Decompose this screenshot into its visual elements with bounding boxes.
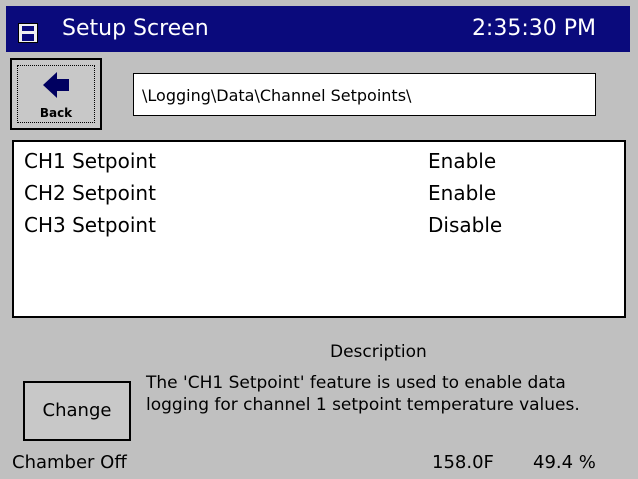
list-item-value: Disable: [428, 213, 503, 237]
change-button[interactable]: Change: [23, 381, 131, 441]
list-item-name: CH2 Setpoint: [24, 181, 156, 205]
setpoint-list[interactable]: CH1 Setpoint Enable CH2 Setpoint Enable …: [12, 140, 626, 318]
list-item-name: CH1 Setpoint: [24, 149, 156, 173]
path-field[interactable]: \Logging\Data\Channel Setpoints\: [133, 73, 596, 116]
list-item[interactable]: CH3 Setpoint Disable: [14, 208, 624, 240]
window-title: Setup Screen: [62, 16, 209, 41]
description-text: The 'CH1 Setpoint' feature is used to en…: [146, 373, 580, 415]
list-item-value: Enable: [428, 181, 497, 205]
back-button[interactable]: Back: [10, 58, 102, 130]
list-item[interactable]: CH2 Setpoint Enable: [14, 176, 624, 208]
temperature-readout: 158.0F: [432, 452, 494, 473]
floppy-disk-icon: [18, 23, 38, 43]
list-item-value: Enable: [428, 149, 497, 173]
description-title: Description: [330, 342, 427, 362]
clock-time: 2:35:30 PM: [471, 16, 596, 41]
chamber-status: Chamber Off: [12, 452, 127, 473]
title-bar: Setup Screen 2:35:30 PM: [6, 6, 630, 52]
list-item-name: CH3 Setpoint: [24, 213, 156, 237]
back-arrow-icon: [43, 72, 69, 98]
humidity-readout: 49.4 %: [533, 452, 596, 473]
back-button-label: Back: [39, 106, 73, 120]
list-item[interactable]: CH1 Setpoint Enable: [14, 144, 624, 176]
